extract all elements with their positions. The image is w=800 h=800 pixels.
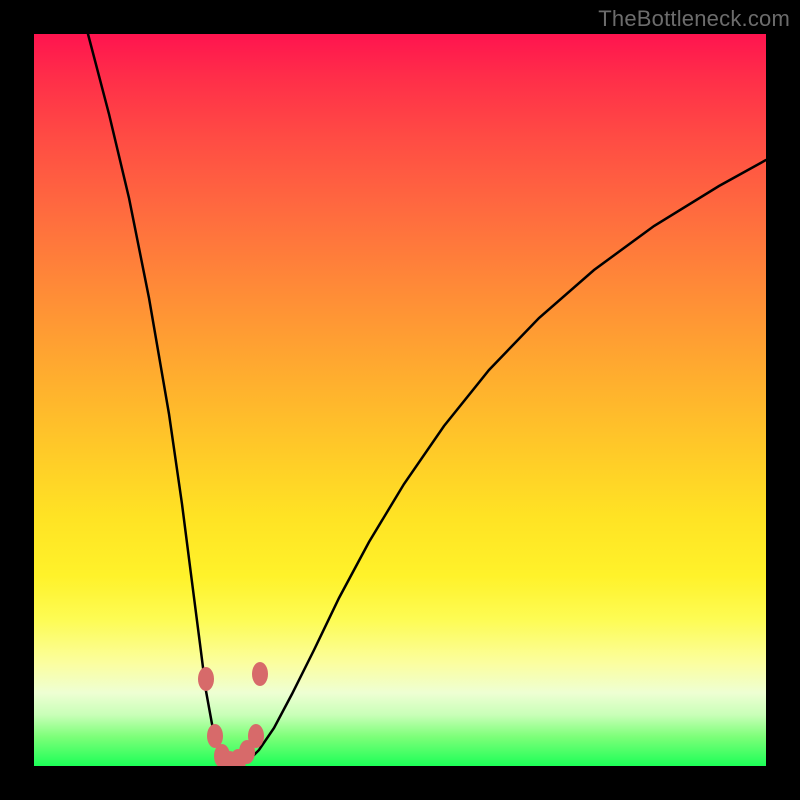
chart-svg	[34, 34, 766, 766]
highlight-dot	[248, 724, 264, 748]
bottleneck-curve	[88, 34, 766, 764]
highlight-dot	[239, 740, 255, 764]
highlight-dot	[214, 744, 230, 766]
watermark-text: TheBottleneck.com	[598, 6, 790, 32]
highlight-dot	[252, 662, 268, 686]
highlight-dot	[222, 751, 238, 766]
highlight-dot	[230, 749, 246, 766]
chart-frame: TheBottleneck.com	[0, 0, 800, 800]
highlight-dots	[198, 662, 268, 766]
chart-plot-area	[34, 34, 766, 766]
highlight-dot	[207, 724, 223, 748]
highlight-dot	[198, 667, 214, 691]
